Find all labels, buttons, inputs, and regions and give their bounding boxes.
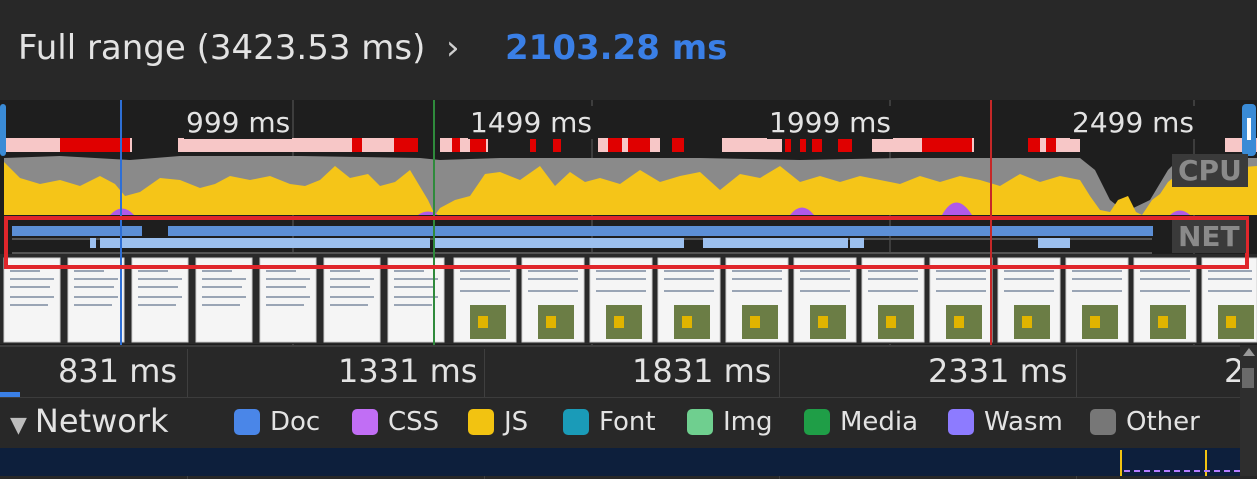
legend-item-media: Media xyxy=(804,405,918,439)
vertical-scrollbar[interactable] xyxy=(1240,345,1257,476)
legend-label: CSS xyxy=(388,407,440,437)
ruler-label: 831 ms xyxy=(58,352,178,390)
overview-tick-label: 999 ms xyxy=(184,106,293,139)
legend-swatch xyxy=(1090,409,1116,435)
network-request-bar[interactable] xyxy=(1205,450,1207,476)
network-request-bar[interactable] xyxy=(1124,470,1240,472)
net-track-label: NET xyxy=(1172,220,1246,253)
network-track-title: Network xyxy=(34,402,169,440)
ruler-label: 2331 ms xyxy=(928,352,1068,390)
scrollbar-thumb[interactable] xyxy=(1242,368,1254,388)
legend-label: Other xyxy=(1126,407,1200,437)
legend-swatch xyxy=(687,409,713,435)
legend-swatch xyxy=(804,409,830,435)
legend-swatch xyxy=(234,409,260,435)
network-track-body[interactable] xyxy=(0,448,1240,476)
legend-swatch xyxy=(563,409,589,435)
overview-tick-label: 2499 ms xyxy=(1070,106,1197,139)
legend-swatch xyxy=(468,409,494,435)
network-track-toggle[interactable]: ▼ Network xyxy=(10,402,169,440)
range-handle-left xyxy=(0,104,6,156)
legend-label: Img xyxy=(723,407,773,437)
overview-tick-label: 1999 ms xyxy=(767,106,894,139)
legend-label: Media xyxy=(840,407,919,437)
net-strip xyxy=(12,226,1153,254)
legend-item-img: Img xyxy=(687,405,773,439)
legend-item-font: Font xyxy=(563,405,656,439)
ruler-label: 1331 ms xyxy=(338,352,478,390)
overview-tick-label: 1499 ms xyxy=(468,106,595,139)
legend-label: Font xyxy=(599,407,656,437)
legend-swatch xyxy=(948,409,974,435)
legend-item-wasm: Wasm xyxy=(948,405,1063,439)
legend-item-other: Other xyxy=(1090,405,1200,439)
legend-label: Wasm xyxy=(984,407,1063,437)
legend-swatch xyxy=(352,409,378,435)
breadcrumb-full-range[interactable]: Full range (3423.53 ms) xyxy=(18,28,425,68)
network-request-bar[interactable] xyxy=(1120,450,1122,476)
legend-item-js: JS xyxy=(468,405,528,439)
legend-label: JS xyxy=(504,407,529,437)
legend-label: Doc xyxy=(270,407,321,437)
legend-item-doc: Doc xyxy=(234,405,320,439)
timeline-overview[interactable]: 999 ms 1499 ms 1999 ms 2499 ms CPU NET xyxy=(0,100,1257,345)
breadcrumb-selected-range[interactable]: 2103.28 ms xyxy=(505,28,727,68)
legend-item-css: CSS xyxy=(352,405,439,439)
ruler-label: 1831 ms xyxy=(632,352,772,390)
chevron-right-icon: › xyxy=(446,28,460,68)
triangle-down-icon: ▼ xyxy=(10,413,27,438)
main-thread-strip xyxy=(4,138,1257,152)
timeline-ruler[interactable] xyxy=(0,345,1257,399)
scroll-up-icon[interactable] xyxy=(1243,348,1255,356)
cpu-track-label: CPU xyxy=(1172,154,1248,187)
